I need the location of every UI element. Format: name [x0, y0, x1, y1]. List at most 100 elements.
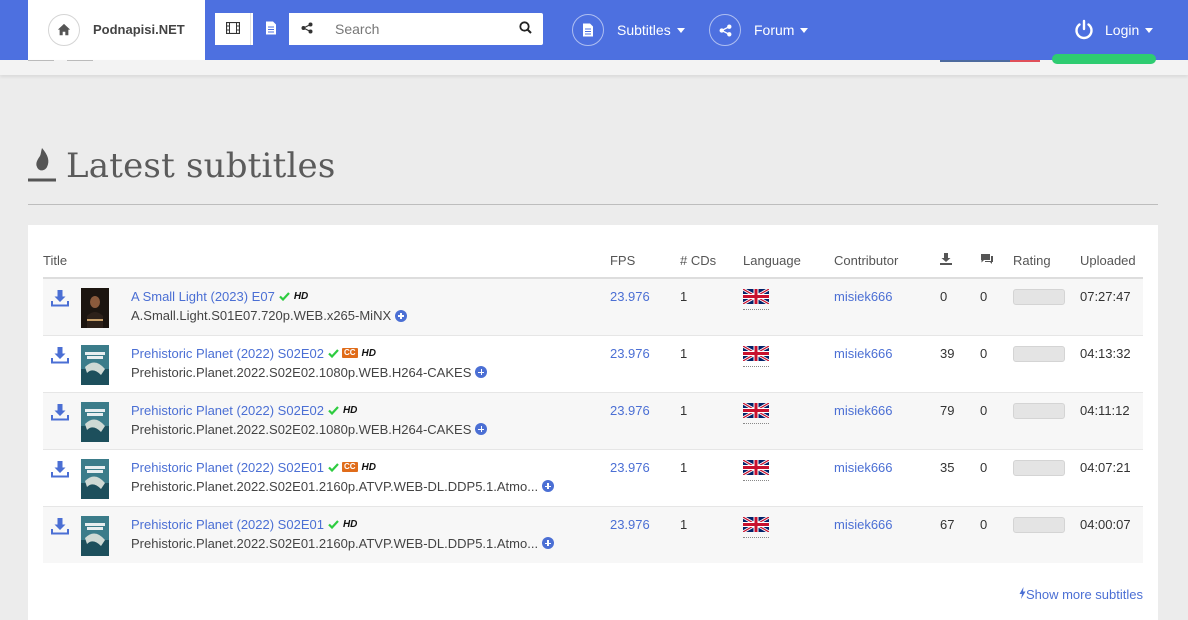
nav-subtitles-menu[interactable]: Subtitles [572, 14, 685, 46]
fps-link[interactable]: 23.976 [610, 346, 650, 361]
comments-count: 0 [979, 505, 1013, 563]
plus-circle-icon[interactable] [542, 480, 555, 492]
comments-count: 0 [979, 277, 1013, 335]
top-navbar: Podnapisi.NET Subtitles [0, 0, 1188, 60]
plus-circle-icon[interactable] [395, 309, 408, 322]
check-icon [328, 405, 339, 415]
table-row[interactable]: Prehistoric Planet (2022) S02E02 CC HD Preh… [43, 334, 1143, 392]
divider [1010, 60, 1040, 62]
divider [28, 204, 1158, 205]
header-rating: Rating [1012, 245, 1080, 279]
contributor-link[interactable]: misiek666 [834, 289, 893, 304]
fps-link[interactable]: 23.976 [610, 460, 650, 475]
poster-thumbnail[interactable] [73, 277, 131, 335]
share-icon [301, 22, 313, 37]
search-button[interactable] [513, 13, 537, 45]
fps-link[interactable]: 23.976 [610, 289, 650, 304]
nav-forum-menu[interactable]: Forum [709, 14, 809, 46]
poster-thumbnail[interactable] [73, 505, 131, 563]
poster-thumbnail[interactable] [73, 448, 131, 506]
uk-flag-icon[interactable] [742, 401, 770, 424]
uk-flag-icon[interactable] [742, 287, 770, 310]
cds-cell: 1 [679, 448, 743, 506]
subtitle-title-link[interactable]: Prehistoric Planet (2022) S02E01 [131, 460, 324, 475]
hd-badge: HD [361, 461, 376, 473]
subtitle-title-link[interactable]: Prehistoric Planet (2022) S02E01 [131, 517, 324, 532]
fps-cell: 23.976 [609, 334, 680, 392]
uk-flag-icon[interactable] [742, 458, 770, 481]
comments-count: 0 [979, 448, 1013, 506]
uk-flag-icon[interactable] [742, 515, 770, 538]
movies-filter-button[interactable] [215, 13, 251, 45]
title-cell: Prehistoric Planet (2022) S02E02 CC HD Preh… [131, 334, 610, 392]
rating-cell [1012, 334, 1080, 392]
header-contributor: Contributor [833, 245, 940, 279]
download-icon [51, 460, 69, 481]
check-icon [328, 348, 339, 358]
rating-bar [1012, 345, 1065, 362]
search-input[interactable] [325, 13, 510, 45]
header-title: Title [43, 245, 610, 279]
bolt-icon [1019, 587, 1026, 602]
nav-login-menu[interactable]: Login [1073, 14, 1154, 46]
contributor-cell: misiek666 [833, 505, 940, 563]
language-cell [742, 505, 834, 563]
share-icon [709, 14, 741, 46]
chevron-down-icon [676, 27, 685, 33]
contributor-cell: misiek666 [833, 277, 940, 335]
rating-cell [1012, 505, 1080, 563]
search-group [215, 13, 543, 45]
contributor-link[interactable]: misiek666 [834, 346, 893, 361]
fps-cell: 23.976 [609, 277, 680, 335]
hd-badge: HD [361, 347, 376, 359]
table-row[interactable]: Prehistoric Planet (2022) S02E01 CC HD Preh… [43, 448, 1143, 506]
download-button[interactable] [43, 277, 73, 335]
share-filter-button[interactable] [289, 13, 325, 45]
fps-link[interactable]: 23.976 [610, 517, 650, 532]
cds-cell: 1 [679, 277, 743, 335]
download-button[interactable] [43, 334, 73, 392]
poster-thumbnail[interactable] [73, 391, 131, 449]
release-name: A.Small.Light.S01E07.720p.WEB.x265-MiNX [131, 308, 392, 323]
table-row[interactable]: A Small Light (2023) E07 HD A.Small.Light.… [43, 277, 1143, 335]
table-row[interactable]: Prehistoric Planet (2022) S02E02 HD Prehis… [43, 391, 1143, 449]
subtitle-title-link[interactable]: A Small Light (2023) E07 [131, 289, 275, 304]
film-icon [225, 21, 240, 37]
subtitle-title-link[interactable]: Prehistoric Planet (2022) S02E02 [131, 403, 324, 418]
poster-thumbnail[interactable] [73, 334, 131, 392]
subtitles-table: Title FPS # CDs Language Contributor Rat… [43, 245, 1143, 563]
latest-subtitles-panel: Title FPS # CDs Language Contributor Rat… [28, 225, 1158, 620]
divider [67, 60, 93, 61]
table-header-row: Title FPS # CDs Language Contributor Rat… [43, 245, 1143, 279]
show-more-label: Show more subtitles [1025, 587, 1143, 602]
subtitles-filter-button[interactable] [253, 13, 289, 45]
plus-circle-icon[interactable] [475, 423, 488, 435]
download-button[interactable] [43, 505, 73, 563]
rating-bar [1012, 289, 1065, 305]
release-name: Prehistoric.Planet.2022.S02E02.1080p.WEB… [131, 364, 472, 380]
plus-circle-icon[interactable] [542, 537, 555, 549]
uploaded-time: 04:11:12 [1079, 391, 1143, 449]
document-icon [265, 21, 277, 38]
contributor-link[interactable]: misiek666 [834, 517, 893, 532]
download-button[interactable] [43, 391, 73, 449]
table-row[interactable]: Prehistoric Planet (2022) S02E01 HD Prehis… [43, 505, 1143, 563]
subtitle-title-link[interactable]: Prehistoric Planet (2022) S02E02 [131, 346, 324, 361]
chevron-down-icon [1145, 27, 1154, 33]
contributor-link[interactable]: misiek666 [834, 460, 893, 475]
download-button[interactable] [43, 448, 73, 506]
section-heading: Latest subtitles [28, 145, 336, 186]
brand[interactable]: Podnapisi.NET [28, 0, 205, 60]
show-more-link[interactable]: Show more subtitles [1019, 587, 1143, 602]
document-icon [572, 14, 604, 46]
green-button-edge[interactable] [1052, 54, 1156, 64]
fps-link[interactable]: 23.976 [610, 403, 650, 418]
home-icon[interactable] [48, 14, 80, 46]
brand-name[interactable]: Podnapisi.NET [93, 22, 185, 37]
flame-icon [28, 145, 58, 186]
hd-badge: HD [342, 404, 358, 416]
uk-flag-icon[interactable] [742, 344, 770, 367]
plus-circle-icon[interactable] [475, 366, 488, 378]
contributor-link[interactable]: misiek666 [834, 403, 893, 418]
check-icon [328, 462, 339, 472]
